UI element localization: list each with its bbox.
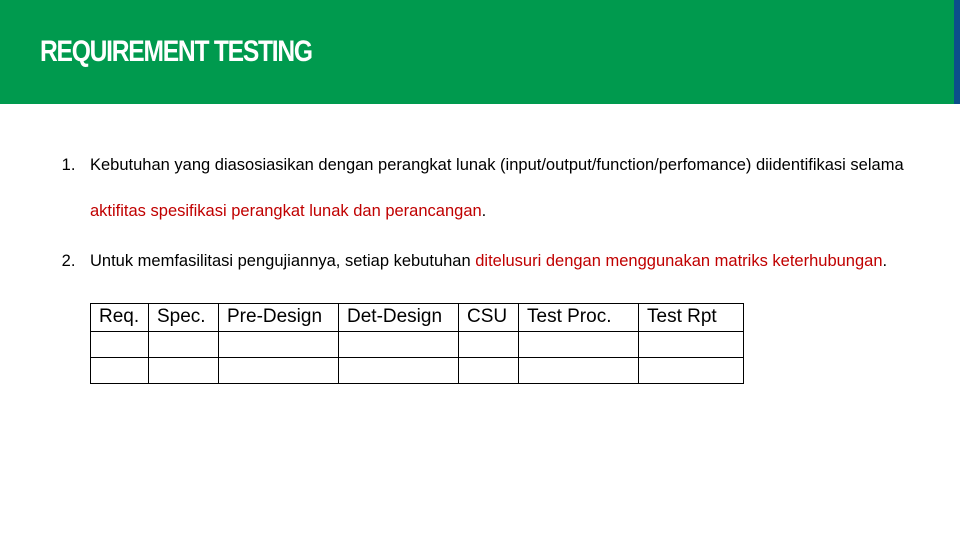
point-1-emphasis: aktifitas spesifikasi perangkat lunak da… (90, 202, 482, 220)
cell (519, 331, 639, 357)
cell (459, 357, 519, 383)
cell (219, 357, 339, 383)
table-row (91, 357, 744, 383)
cell (219, 331, 339, 357)
matrix-table-wrap: Req. Spec. Pre-Design Det-Design CSU Tes… (40, 303, 920, 384)
slide-title: REQUIREMENT TESTING (40, 35, 312, 69)
point-1-tail: . (482, 202, 487, 220)
cell (149, 331, 219, 357)
points-list: Kebutuhan yang diasosiasikan dengan pera… (40, 142, 920, 285)
cell (339, 357, 459, 383)
col-req: Req. (91, 303, 149, 331)
point-2-tail: . (883, 252, 888, 270)
cell (639, 357, 744, 383)
col-spec: Spec. (149, 303, 219, 331)
point-1: Kebutuhan yang diasosiasikan dengan pera… (80, 142, 920, 234)
header-bar: REQUIREMENT TESTING (0, 0, 960, 104)
point-2-emphasis: ditelusuri dengan menggunakan matriks ke… (475, 252, 882, 270)
cell (639, 331, 744, 357)
point-2: Untuk memfasilitasi pengujiannya, setiap… (80, 238, 920, 284)
point-2-lead: Untuk memfasilitasi pengujiannya, setiap… (90, 252, 475, 270)
cell (149, 357, 219, 383)
point-1-lead: Kebutuhan yang diasosiasikan dengan pera… (90, 156, 904, 174)
cell (339, 331, 459, 357)
table-row (91, 331, 744, 357)
col-pre-design: Pre-Design (219, 303, 339, 331)
content-area: Kebutuhan yang diasosiasikan dengan pera… (0, 104, 960, 384)
cell (459, 331, 519, 357)
traceability-matrix: Req. Spec. Pre-Design Det-Design CSU Tes… (90, 303, 744, 384)
cell (519, 357, 639, 383)
col-test-proc: Test Proc. (519, 303, 639, 331)
col-csu: CSU (459, 303, 519, 331)
cell (91, 357, 149, 383)
col-test-rpt: Test Rpt (639, 303, 744, 331)
col-det-design: Det-Design (339, 303, 459, 331)
table-header-row: Req. Spec. Pre-Design Det-Design CSU Tes… (91, 303, 744, 331)
cell (91, 331, 149, 357)
